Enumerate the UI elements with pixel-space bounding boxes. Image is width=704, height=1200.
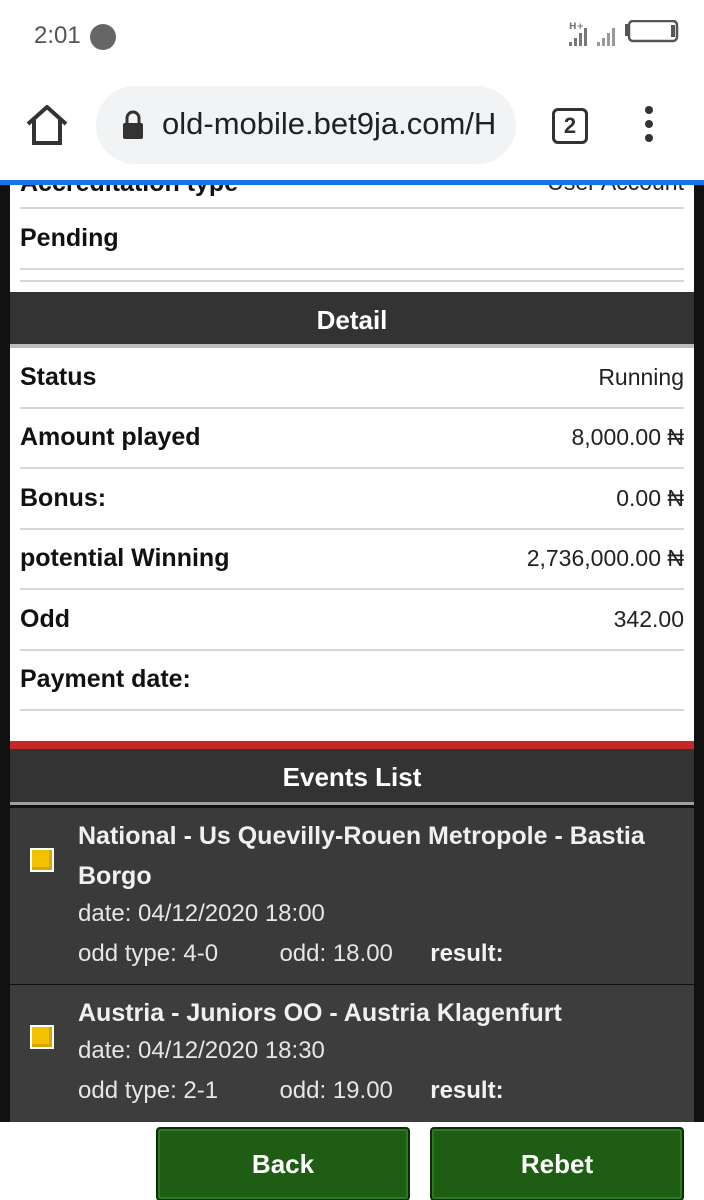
events-list-header: Events List <box>10 749 694 805</box>
status-value: Running <box>598 363 684 390</box>
notification-dot-icon <box>90 24 116 50</box>
amount-played-row: Amount played 8,000.00 ₦ <box>20 409 684 469</box>
accreditation-value: User Account <box>547 185 684 196</box>
event-odd-type: odd type: 2-1 <box>78 1077 219 1104</box>
amount-played-value: 8,000.00 ₦ <box>571 424 684 451</box>
event-date: date: 04/12/2020 18:00 <box>78 900 325 927</box>
event-title: National - Us Quevilly-Rouen Metropole -… <box>78 822 645 890</box>
event-odds-line: odd type: 2-1 odd: 19.00 result: <box>78 1077 504 1105</box>
network-hplus-icon: H+ <box>569 22 587 46</box>
event-odd: odd: 18.00 <box>279 940 393 967</box>
event-odds-line: odd type: 4-0 odd: 18.00 result: <box>78 940 504 968</box>
home-icon[interactable] <box>24 102 70 148</box>
status-label: Status <box>20 362 97 391</box>
odd-label: Odd <box>20 604 70 633</box>
event-status-icon <box>30 1025 54 1049</box>
status-time: 2:01 <box>34 22 81 49</box>
more-vert-icon[interactable] <box>640 106 658 148</box>
event-status-icon <box>30 848 54 872</box>
signal-icon <box>597 28 615 46</box>
bonus-label: Bonus: <box>20 483 107 512</box>
event-odd-type: odd type: 4-0 <box>78 940 219 967</box>
potential-winning-label: potential Winning <box>20 544 230 573</box>
odd-row: Odd 342.00 <box>20 590 684 651</box>
tab-switcher-button[interactable]: 2 <box>552 108 588 144</box>
potential-winning-row: potential Winning 2,736,000.00 ₦ <box>20 530 684 590</box>
event-date: date: 04/12/2020 18:30 <box>78 1037 325 1064</box>
back-button[interactable]: Back <box>156 1127 410 1200</box>
rebet-button[interactable]: Rebet <box>430 1127 684 1200</box>
action-footer: Back Rebet <box>0 1122 704 1200</box>
page-content: Accreditation type User Account Pending … <box>0 185 704 1200</box>
battery-icon <box>625 20 679 43</box>
status-row: Status Running <box>20 348 684 409</box>
accreditation-row: Accreditation type User Account <box>20 185 684 209</box>
amount-played-label: Amount played <box>20 423 201 452</box>
event-odd: odd: 19.00 <box>279 1077 393 1104</box>
divider <box>20 279 684 282</box>
detail-card: Status Running Amount played 8,000.00 ₦ … <box>10 348 694 741</box>
status-bar: 2:01 H+ <box>0 0 704 72</box>
payment-date-label: Payment date: <box>20 665 191 694</box>
section-divider-red <box>10 741 694 749</box>
event-result: result: <box>430 940 504 967</box>
browser-toolbar: old-mobile.bet9ja.com/H 2 <box>0 72 704 180</box>
event-result: result: <box>430 1077 504 1104</box>
status-icons: H+ <box>567 20 682 50</box>
payment-date-row: Payment date: <box>20 651 684 711</box>
pending-label: Pending <box>20 223 119 252</box>
bonus-row: Bonus: 0.00 ₦ <box>20 469 684 530</box>
event-item[interactable]: Austria - Juniors OO - Austria Klagenfur… <box>10 985 694 1122</box>
bet-info-card: Accreditation type User Account Pending <box>10 185 694 292</box>
svg-text:H+: H+ <box>569 22 584 32</box>
pending-row: Pending <box>20 209 684 270</box>
lock-icon <box>122 110 144 140</box>
odd-value: 342.00 <box>613 605 684 632</box>
url-text: old-mobile.bet9ja.com/H <box>162 106 497 141</box>
potential-winning-value: 2,736,000.00 ₦ <box>526 545 684 572</box>
detail-header: Detail <box>10 292 694 348</box>
accreditation-label: Accreditation type <box>20 185 238 198</box>
event-title: Austria - Juniors OO - Austria Klagenfur… <box>78 999 562 1027</box>
address-bar[interactable]: old-mobile.bet9ja.com/H <box>96 86 516 164</box>
bonus-value: 0.00 ₦ <box>616 484 684 511</box>
event-item[interactable]: National - Us Quevilly-Rouen Metropole -… <box>10 808 694 984</box>
